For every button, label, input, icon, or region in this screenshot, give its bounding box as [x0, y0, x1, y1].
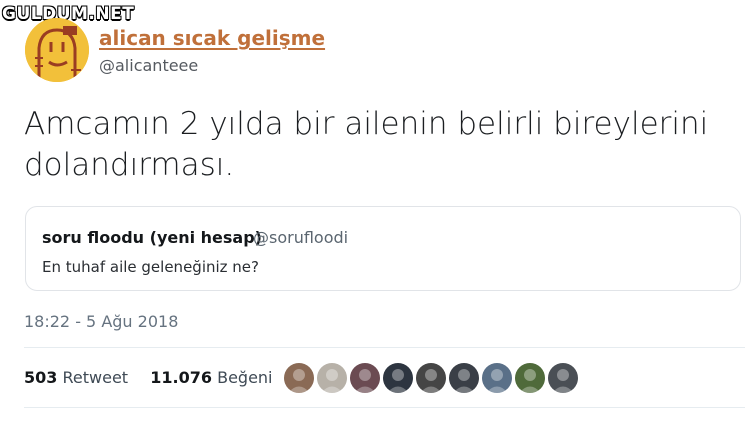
divider-bottom [24, 407, 745, 408]
divider-top [24, 347, 745, 348]
retweet-count: 503 [24, 368, 58, 387]
retweet-label: Retweet [62, 368, 129, 387]
like-stat[interactable]: 11.076 Beğeni [150, 368, 272, 387]
hand-drawn-face-avatar-icon [25, 18, 89, 82]
quoted-tweet-card[interactable]: soru floodu (yeni hesap) @sorufloodi En … [25, 206, 741, 291]
tweet-text: Amcamın 2 yılda bir ailenin belirli bire… [24, 106, 709, 183]
like-count: 11.076 [150, 368, 212, 387]
liker-avatar-icon[interactable] [283, 362, 315, 394]
engagement-stats: 503 Retweet 11.076 Beğeni [24, 368, 273, 387]
profile-avatar[interactable] [25, 18, 89, 82]
liker-avatar-icon[interactable] [316, 362, 348, 394]
quoted-handle: @sorufloodi [253, 228, 349, 247]
like-label: Beğeni [217, 368, 273, 387]
liker-avatar-icon[interactable] [481, 362, 513, 394]
liker-avatar-icon[interactable] [415, 362, 447, 394]
liker-avatar-icon[interactable] [514, 362, 546, 394]
liker-avatar-icon[interactable] [547, 362, 579, 394]
author-display-name[interactable]: alican sıcak gelişme [99, 26, 325, 50]
liker-avatar-icon[interactable] [382, 362, 414, 394]
tweet-timestamp[interactable]: 18:22 - 5 Ağu 2018 [24, 312, 178, 331]
liker-avatar-icon[interactable] [349, 362, 381, 394]
quoted-tweet-text: En tuhaf aile geleneğiniz ne? [42, 258, 259, 276]
author-handle[interactable]: @alicanteee [99, 56, 198, 75]
quoted-display-name: soru floodu (yeni hesap) [42, 228, 262, 247]
retweet-stat[interactable]: 503 Retweet [24, 368, 133, 387]
liker-avatar-icon[interactable] [448, 362, 480, 394]
